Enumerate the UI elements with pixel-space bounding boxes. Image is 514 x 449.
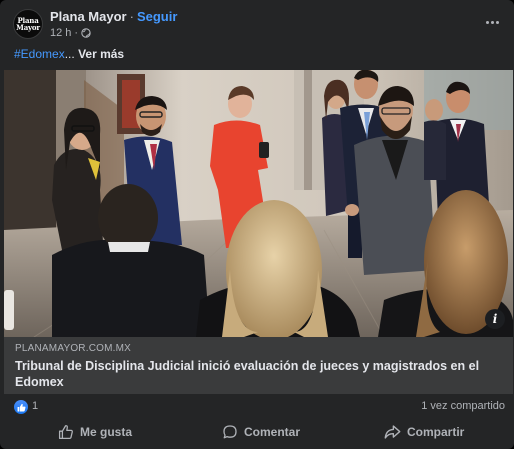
like-reaction-icon[interactable] <box>14 400 28 414</box>
share-count[interactable]: 1 vez compartido <box>421 400 505 412</box>
share-button[interactable]: Compartir <box>384 420 464 444</box>
photo-illustration <box>4 70 513 337</box>
more-options-icon[interactable] <box>482 12 502 32</box>
comment-button[interactable]: Comentar <box>222 420 300 444</box>
name-separator: · <box>129 9 134 24</box>
like-label: Me gusta <box>80 425 133 439</box>
thumbs-up-icon <box>58 425 73 440</box>
page-name-row: Plana Mayor · Seguir <box>50 9 177 24</box>
reaction-count[interactable]: 1 <box>32 400 38 412</box>
page-name-link[interactable]: Plana Mayor <box>50 9 127 24</box>
caption-ellipsis: ... <box>64 47 75 61</box>
post-card: Plana Mayor Plana Mayor · Seguir 12 h · #E… <box>0 0 514 449</box>
comment-label: Comentar <box>244 425 301 439</box>
post-stats: 1 1 vez compartido <box>0 396 514 418</box>
info-icon[interactable]: i <box>485 309 505 329</box>
share-icon <box>384 425 401 439</box>
post-actions: Me gusta Comentar Compartir <box>0 418 514 446</box>
time-separator: · <box>74 27 79 39</box>
post-header: Plana Mayor Plana Mayor · Seguir 12 h · <box>0 0 514 44</box>
post-photo[interactable]: i <box>4 70 513 337</box>
comment-icon <box>223 425 237 439</box>
link-preview[interactable]: PLANAMAYOR.COM.MX Tribunal de Disciplina… <box>4 337 513 394</box>
link-title[interactable]: Tribunal de Disciplina Judicial inició e… <box>15 358 502 390</box>
like-button[interactable]: Me gusta <box>58 420 132 444</box>
hashtag-link[interactable]: #Edomex <box>14 47 65 61</box>
globe-icon <box>81 28 91 38</box>
see-more-link[interactable]: Ver más <box>78 47 124 61</box>
page-avatar[interactable]: Plana Mayor <box>13 9 43 39</box>
avatar-logo-line-2: Mayor <box>16 23 40 32</box>
post-meta: 12 h · <box>50 27 91 39</box>
post-caption: #Edomex... Ver más <box>14 47 124 61</box>
link-domain: PLANAMAYOR.COM.MX <box>15 343 132 354</box>
post-time[interactable]: 12 h <box>50 27 71 39</box>
follow-button[interactable]: Seguir <box>137 9 177 24</box>
share-label: Compartir <box>407 425 465 439</box>
